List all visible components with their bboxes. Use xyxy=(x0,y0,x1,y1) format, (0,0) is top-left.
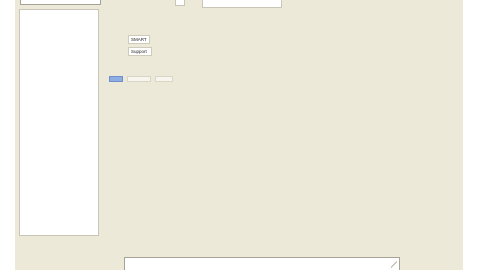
tab-selected[interactable] xyxy=(109,76,123,82)
top-list-box[interactable] xyxy=(20,0,101,5)
tab-second[interactable] xyxy=(127,76,151,82)
outer-left-edge xyxy=(0,0,15,270)
smart-button[interactable]: SMART xyxy=(128,35,150,44)
left-list-panel[interactable] xyxy=(19,9,99,236)
top-small-input[interactable] xyxy=(175,0,185,6)
outer-right-edge xyxy=(463,0,480,270)
bottom-input-field[interactable] xyxy=(124,257,400,270)
tab-third[interactable] xyxy=(155,76,173,82)
support-button[interactable]: Support xyxy=(128,47,152,56)
top-text-field[interactable] xyxy=(202,0,282,8)
resize-grip-icon[interactable] xyxy=(391,260,397,269)
